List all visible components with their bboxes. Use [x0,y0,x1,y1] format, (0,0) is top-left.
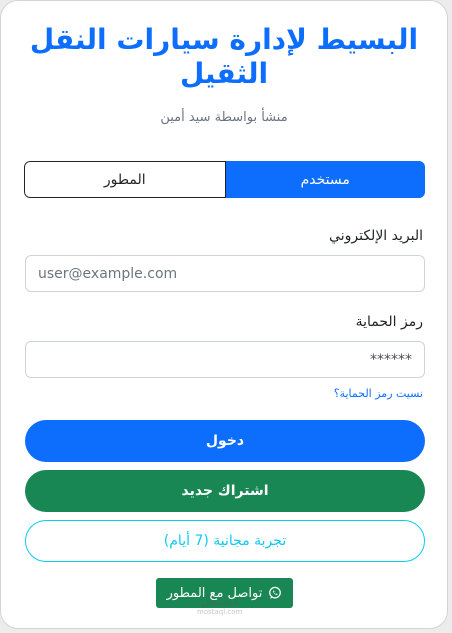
whatsapp-icon [268,586,282,600]
role-tabs: مستخدم المطور [24,161,425,198]
signup-button[interactable]: اشتراك جديد [25,470,425,512]
login-button[interactable]: دخول [25,420,425,462]
password-label: رمز الحماية [355,314,423,330]
app-subtitle: منشأ بواسطة سيد أمين [160,110,288,125]
watermark-latin: mostaql.com [197,608,243,616]
contact-developer-button[interactable]: تواصل مع المطور [156,578,293,608]
free-trial-button[interactable]: تجربة مجانية (7 أيام) [25,520,425,562]
email-field[interactable] [25,255,425,292]
forgot-password-link[interactable]: نسيت رمز الحماية؟ [334,387,423,400]
email-label: البريد الإلكتروني [329,228,423,244]
password-field[interactable] [25,341,425,378]
tab-developer[interactable]: المطور [24,161,226,198]
login-card: البسيط لإدارة سيارات النقل الثقيل منشأ ب… [0,0,448,629]
contact-developer-label: تواصل مع المطور [166,585,263,601]
app-title: البسيط لإدارة سيارات النقل الثقيل [29,23,419,90]
tab-user[interactable]: مستخدم [225,161,425,198]
